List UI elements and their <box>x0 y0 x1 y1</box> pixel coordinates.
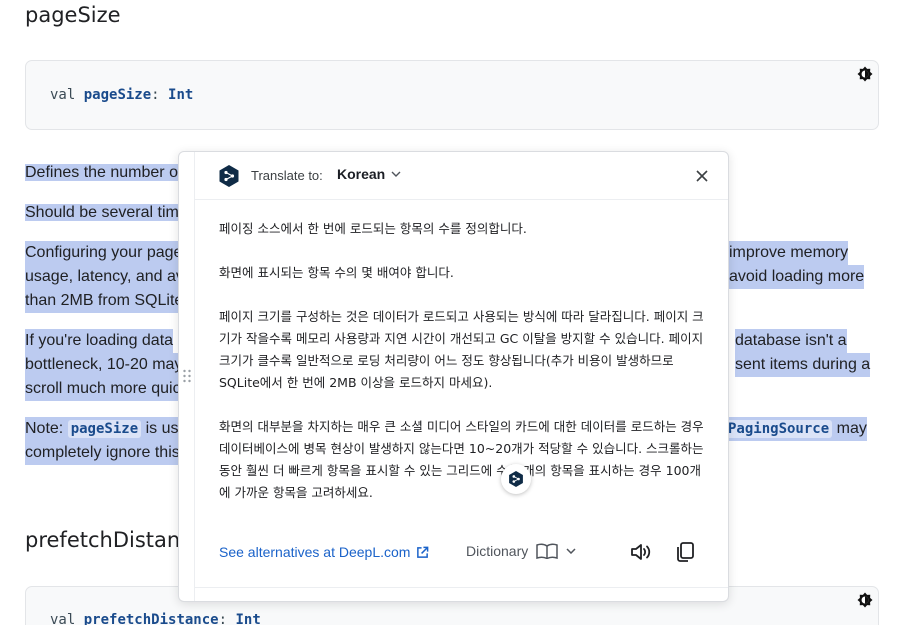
paragraph-text: If you're loading data <box>25 329 174 353</box>
paragraph-text: may <box>836 420 867 437</box>
target-language-value: Korean <box>337 166 386 182</box>
translation-paragraph: 화면의 대부분을 차지하는 매우 큰 소셜 미디어 스타일의 카드에 대한 데이… <box>219 419 704 500</box>
code-type[interactable]: Int <box>168 87 193 103</box>
paragraph-text: Configuring your page <box>25 241 183 265</box>
paragraph-text: improve memory <box>729 241 849 265</box>
note-line-1-right: PagingSource may <box>725 417 867 441</box>
paragraph-text: database isn't a <box>735 329 847 353</box>
chevron-down-icon <box>566 548 576 554</box>
drag-strip[interactable] <box>179 152 195 601</box>
inline-code-page-size[interactable]: pageSize <box>67 420 142 438</box>
close-icon[interactable] <box>694 168 710 184</box>
speaker-icon[interactable] <box>629 540 653 564</box>
paragraph-text: usage, latency, and av <box>25 265 184 289</box>
paragraph-text: bottleneck, 10-20 may <box>25 353 183 377</box>
code-identifier[interactable]: prefetchDistance <box>84 612 219 625</box>
code-identifier[interactable]: pageSize <box>84 87 151 103</box>
code-keyword: val <box>50 87 76 103</box>
note-line-1: Note: pageSize is us <box>25 417 179 441</box>
translation-paragraph: 페이징 소스에서 한 번에 로드되는 항목의 수를 정의합니다. <box>219 221 527 236</box>
translate-to-label: Translate to: <box>251 168 323 183</box>
popup-header: Translate to: Korean <box>195 152 728 200</box>
code-colon: : <box>218 612 228 625</box>
code-block-page-size: val pageSize: Int <box>25 60 879 130</box>
code-line: val prefetchDistance: Int <box>50 612 261 625</box>
book-icon <box>536 543 558 559</box>
see-alternatives-link[interactable]: See alternatives at DeepL.com <box>219 544 429 560</box>
code-line: val pageSize: Int <box>50 87 193 103</box>
theme-toggle-icon[interactable] <box>856 591 874 609</box>
deepl-floating-button[interactable] <box>501 464 531 494</box>
external-link-icon <box>417 546 429 558</box>
copy-icon[interactable] <box>673 540 697 564</box>
translation-popup: Translate to: Korean 페이징 소스에서 한 번에 로드되는 … <box>178 151 729 602</box>
section-heading-page-size: pageSize <box>25 3 121 27</box>
translation-text: 페이징 소스에서 한 번에 로드되는 항목의 수를 정의합니다. 화면에 표시되… <box>219 218 709 526</box>
paragraph-text: Should be several tim <box>25 204 179 221</box>
paragraph-text: than 2MB from SQLite <box>25 289 184 313</box>
paragraph-text: is us <box>145 420 179 437</box>
inline-code-paging-source[interactable]: PagingSource <box>725 420 833 438</box>
paragraph-text: avoid loading more <box>729 265 865 289</box>
popup-footer: See alternatives at DeepL.com Dictionary <box>195 532 728 588</box>
translation-paragraph: 화면에 표시되는 항목 수의 몇 배여야 합니다. <box>219 265 454 280</box>
paragraph-text: completely ignore this <box>25 441 180 465</box>
drag-handle-icon[interactable] <box>182 369 192 383</box>
target-language-select[interactable]: Korean <box>337 166 401 182</box>
theme-toggle-icon[interactable] <box>856 65 874 83</box>
code-keyword: val <box>50 612 76 625</box>
code-colon: : <box>151 87 160 103</box>
deepl-logo-icon <box>219 165 239 187</box>
paragraph-text: Defines the number o <box>25 164 178 181</box>
dictionary-button[interactable]: Dictionary <box>466 543 576 559</box>
translation-paragraph: 페이지 크기를 구성하는 것은 데이터가 로드되고 사용되는 방식에 따라 달라… <box>219 309 704 390</box>
dictionary-label: Dictionary <box>466 543 529 559</box>
paragraph-text: sent items during a <box>735 353 871 377</box>
see-alternatives-label: See alternatives at DeepL.com <box>219 544 411 560</box>
chevron-down-icon <box>391 171 401 177</box>
note-label: Note: <box>25 420 64 437</box>
code-type[interactable]: Int <box>235 612 260 625</box>
paragraph-text: scroll much more quic <box>25 377 181 401</box>
deepl-logo-icon <box>509 471 523 487</box>
